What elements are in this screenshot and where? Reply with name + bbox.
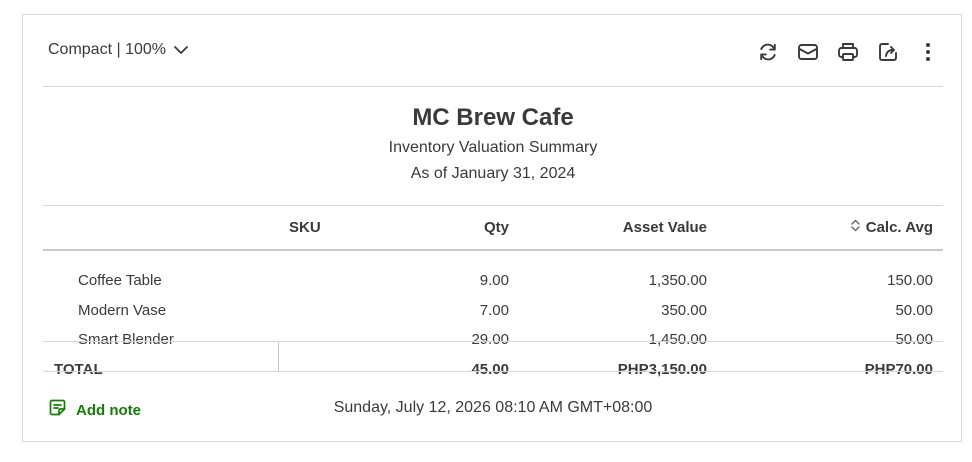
email-icon[interactable] — [795, 39, 821, 65]
add-note-label: Add note — [76, 401, 141, 419]
view-density-label: Compact | 100% — [48, 41, 166, 58]
column-header-sku[interactable]: SKU — [289, 219, 321, 237]
chevron-down-icon — [174, 45, 188, 55]
report-header: MC Brew Cafe Inventory Valuation Summary… — [23, 103, 963, 185]
total-qty[interactable]: 45.00 — [389, 361, 509, 379]
row-calc-avg[interactable]: 50.00 — [783, 302, 933, 320]
row-item-name[interactable]: Modern Vase — [78, 302, 166, 320]
refresh-icon[interactable] — [755, 39, 781, 65]
column-header-qty[interactable]: Qty — [389, 219, 509, 237]
report-title: Inventory Valuation Summary — [388, 139, 598, 156]
row-asset-value[interactable]: 350.00 — [557, 302, 707, 320]
total-label: TOTAL — [54, 361, 103, 378]
table-top-border — [43, 205, 943, 206]
toolbar-divider — [43, 86, 943, 87]
row-asset-value[interactable]: 1,450.00 — [557, 331, 707, 349]
total-asset-value[interactable]: PHP3,150.00 — [557, 361, 707, 379]
note-icon — [49, 399, 66, 421]
total-row-top-border — [43, 341, 943, 342]
total-row-bottom-border — [43, 371, 943, 372]
more-options-icon[interactable] — [915, 39, 941, 65]
report-footer: Sunday, July 12, 2026 08:10 AM GMT+08:00 — [23, 399, 963, 417]
export-icon[interactable] — [875, 39, 901, 65]
row-qty[interactable]: 9.00 — [389, 272, 509, 290]
total-calc-avg[interactable]: PHP70.00 — [783, 361, 933, 379]
row-qty[interactable]: 29.00 — [389, 331, 509, 349]
header-row-border — [43, 249, 943, 251]
column-header-calc-avg-label: Calc. Avg — [865, 219, 933, 236]
print-icon[interactable] — [835, 39, 861, 65]
report-date-range: As of January 31, 2024 — [410, 165, 576, 182]
row-item-name[interactable]: Smart Blender — [78, 331, 174, 349]
row-item-name[interactable]: Coffee Table — [78, 272, 162, 290]
add-note-button[interactable]: Add note — [49, 399, 141, 421]
company-name: MC Brew Cafe — [412, 104, 574, 131]
view-density-dropdown[interactable]: Compact | 100% — [48, 41, 188, 59]
sort-icon[interactable] — [851, 219, 860, 237]
report-timestamp: Sunday, July 12, 2026 08:10 AM GMT+08:00 — [333, 399, 653, 416]
column-divider — [278, 342, 279, 371]
row-calc-avg[interactable]: 50.00 — [783, 331, 933, 349]
column-header-asset-value[interactable]: Asset Value — [557, 219, 707, 237]
report-toolbar: Compact | 100% — [23, 15, 963, 87]
column-header-calc-avg[interactable]: Calc. Avg — [838, 219, 933, 237]
row-asset-value[interactable]: 1,350.00 — [557, 272, 707, 290]
row-calc-avg[interactable]: 150.00 — [783, 272, 933, 290]
row-qty[interactable]: 7.00 — [389, 302, 509, 320]
report-card: Compact | 100% MC Brew Cafe Inventory Va… — [22, 14, 962, 442]
